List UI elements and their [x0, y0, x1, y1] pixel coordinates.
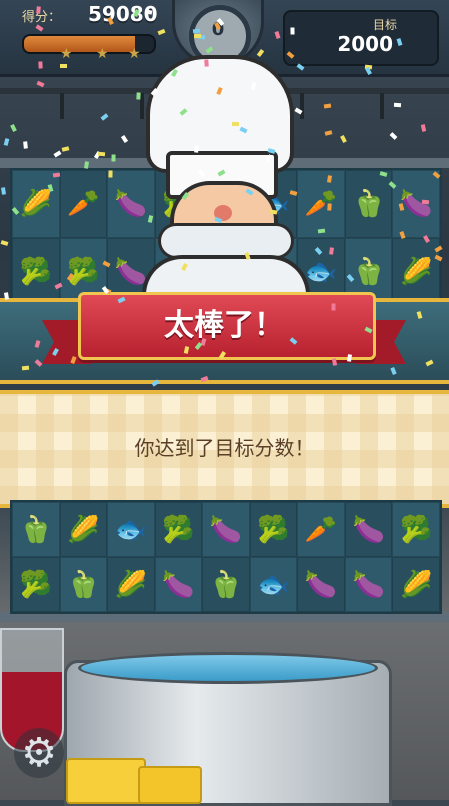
cheese-block	[138, 766, 202, 804]
gear-icon[interactable]: ⚙	[14, 728, 64, 778]
board-tile[interactable]: 🍆	[297, 557, 345, 612]
confetti-piece	[421, 199, 430, 205]
message-box: 你达到了目标分数！	[0, 390, 449, 508]
confetti-piece	[290, 27, 295, 35]
confetti-piece	[194, 145, 199, 153]
target-value: 2000	[337, 32, 393, 56]
pot-water	[78, 652, 378, 684]
hook	[60, 93, 64, 119]
confetti-piece	[111, 154, 116, 162]
board-tile[interactable]: 🥦	[392, 502, 440, 557]
confetti-piece	[36, 6, 41, 14]
score-label: 得分：	[22, 10, 62, 25]
confetti-piece	[21, 365, 30, 371]
board-tile[interactable]: 🌽	[392, 238, 440, 306]
board-tile[interactable]: 🫑	[59, 557, 108, 612]
confetti-piece	[231, 121, 240, 127]
board-tile[interactable]: 🥕	[59, 170, 108, 238]
star-icon: ★	[96, 46, 109, 62]
confetti-piece	[23, 141, 28, 149]
board-tile[interactable]: 🫑	[344, 170, 393, 238]
score-value: 59080	[88, 2, 158, 26]
board-tile[interactable]: 🫑	[12, 502, 60, 557]
board-tile[interactable]: 🍆	[154, 557, 203, 612]
board-tile[interactable]: 🥦	[12, 557, 60, 612]
confetti-piece	[393, 102, 402, 108]
board-tile[interactable]: 🥦	[154, 502, 203, 557]
board-tile[interactable]: 🥦	[249, 502, 298, 557]
chef-mustache	[158, 223, 294, 259]
message-text: 你达到了目标分数！	[134, 436, 315, 460]
board-tile[interactable]: 🍆	[344, 502, 393, 557]
board-tile[interactable]: 🐟	[249, 557, 298, 612]
game-board-bottom: 🫑 🌽 🐟 🥦 🍆 🥦 🥕 🍆 🥦 🥦 🫑 🌽 🍆 🫑 🐟 🍆 🍆 🌽	[10, 500, 442, 614]
board-tile[interactable]: 🌽	[107, 557, 155, 612]
cheese-block	[66, 758, 146, 804]
board-tile[interactable]: 🌽	[59, 502, 108, 557]
confetti-piece	[60, 64, 67, 68]
board-tile[interactable]: 🐟	[107, 502, 155, 557]
confetti-piece	[192, 28, 201, 34]
confetti-piece	[97, 151, 106, 157]
confetti-piece	[1, 187, 6, 195]
board-tile[interactable]: 🥦	[12, 238, 60, 306]
star-icon: ★	[60, 46, 73, 62]
tile-grid: 🫑 🌽 🐟 🥦 🍆 🥦 🥕 🍆 🥦 🥦 🫑 🌽 🍆 🫑 🐟 🍆 🍆 🌽	[12, 502, 440, 612]
confetti-piece	[317, 228, 326, 234]
hook	[380, 93, 384, 119]
board-tile[interactable]: 🫑	[202, 557, 250, 612]
confetti-piece	[38, 61, 43, 69]
confetti-piece	[327, 203, 332, 211]
board-tile[interactable]: 🥕	[297, 502, 345, 557]
board-tile[interactable]: 🍆	[202, 502, 250, 557]
confetti-piece	[193, 33, 202, 39]
confetti-piece	[204, 59, 209, 67]
confetti-piece	[136, 92, 141, 100]
confetti-piece	[331, 303, 336, 311]
confetti-piece	[108, 170, 113, 178]
banner-title: 太棒了！	[164, 308, 284, 343]
target-label: 目标	[372, 18, 397, 32]
board-tile[interactable]: 🌽	[392, 557, 440, 612]
score-progress-fill	[24, 36, 135, 52]
board-tile[interactable]: 🍆	[344, 557, 393, 612]
board-tile[interactable]: 🌽	[12, 170, 60, 238]
